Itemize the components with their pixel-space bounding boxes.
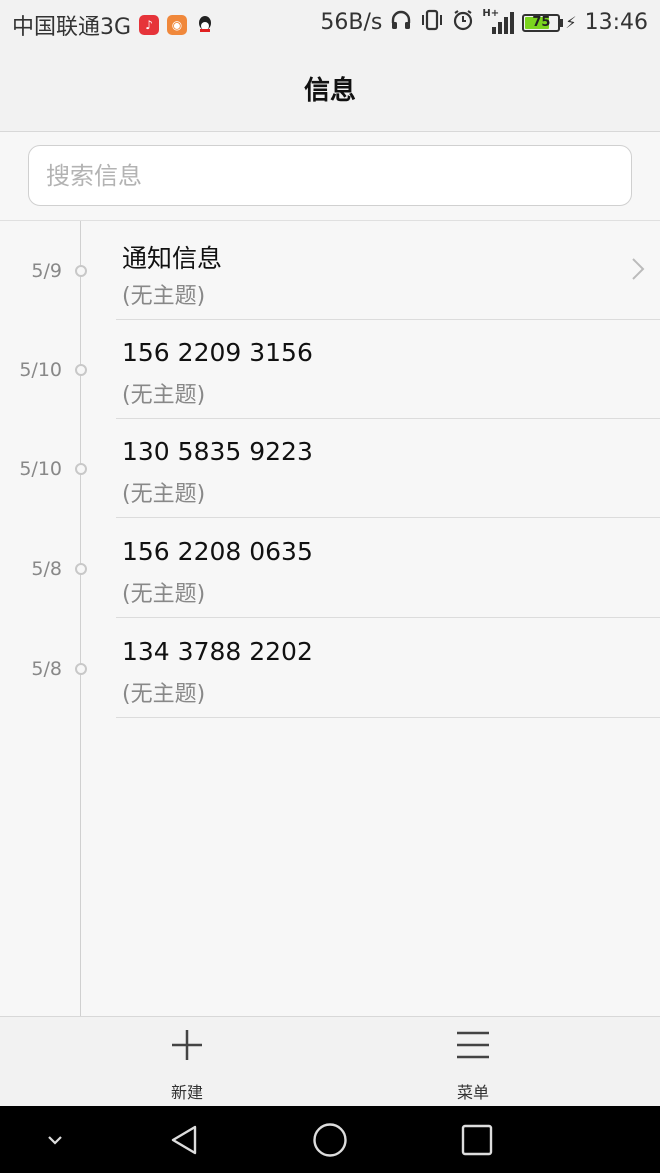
page-title: 信息 bbox=[303, 76, 356, 106]
headphones-icon bbox=[390, 9, 412, 36]
home-button[interactable] bbox=[305, 1106, 355, 1173]
conversation-name: 156 2208 0635 bbox=[122, 537, 313, 566]
chevron-right-icon bbox=[632, 258, 645, 280]
battery-level: 75 bbox=[532, 14, 551, 30]
system-navigation-bar bbox=[0, 1106, 660, 1173]
search-area bbox=[0, 132, 660, 221]
alarm-icon bbox=[452, 9, 474, 36]
conversation-row[interactable]: 5/8 156 2208 0635 (无主题) bbox=[0, 519, 660, 618]
row-divider bbox=[116, 617, 660, 618]
weibo-icon: ◉ bbox=[167, 15, 188, 35]
status-right: 56B/s H+ 75 ⚡ 13:46 bbox=[320, 8, 648, 36]
conversation-row[interactable]: 5/10 156 2209 3156 (无主题) bbox=[0, 320, 660, 419]
timeline-dot bbox=[75, 265, 87, 277]
hide-keyboard-button[interactable] bbox=[35, 1106, 75, 1173]
conversation-subject: (无主题) bbox=[122, 582, 206, 607]
menu-icon bbox=[457, 1031, 489, 1059]
recent-apps-button[interactable] bbox=[452, 1106, 502, 1173]
network-speed: 56B/s bbox=[320, 10, 383, 35]
conversation-name: 156 2209 3156 bbox=[122, 338, 313, 367]
status-bar: 中国联通3G ♪ ◉ 56B/s H+ 75 ⚡ 13:46 bbox=[0, 0, 660, 46]
bottom-action-bar: 新建 菜单 bbox=[0, 1016, 660, 1107]
home-icon bbox=[313, 1122, 347, 1157]
conversation-date: 5/10 bbox=[19, 359, 62, 381]
title-bar: 信息 bbox=[0, 46, 660, 132]
conversation-list: 5/9 通知信息 (无主题) 5/10 156 2209 3156 (无主题) … bbox=[0, 221, 660, 1016]
conversation-subject: (无主题) bbox=[122, 682, 206, 707]
conversation-date: 5/8 bbox=[31, 558, 62, 580]
row-divider bbox=[116, 717, 660, 718]
plus-icon bbox=[172, 1030, 202, 1060]
vibrate-icon bbox=[420, 9, 444, 36]
timeline-dot bbox=[75, 563, 87, 575]
conversation-subject: (无主题) bbox=[122, 383, 206, 408]
timeline-dot bbox=[75, 663, 87, 675]
conversation-date: 5/9 bbox=[31, 260, 62, 282]
clock: 13:46 bbox=[584, 10, 648, 35]
signal-icon: H+ bbox=[482, 8, 515, 35]
conversation-date: 5/10 bbox=[19, 458, 62, 480]
menu-label: 菜单 bbox=[456, 1083, 489, 1102]
conversation-row[interactable]: 5/8 134 3788 2202 (无主题) bbox=[0, 619, 660, 718]
new-message-label: 新建 bbox=[170, 1083, 203, 1102]
battery-group: 75 ⚡ bbox=[522, 13, 577, 32]
conversation-name: 130 5835 9223 bbox=[122, 437, 313, 466]
conversation-name: 通知信息 bbox=[122, 244, 223, 273]
search-input[interactable] bbox=[28, 145, 632, 206]
carrier-name: 中国联通3G bbox=[12, 15, 132, 40]
charging-icon: ⚡ bbox=[565, 13, 577, 32]
back-icon bbox=[171, 1125, 197, 1154]
battery-tip bbox=[560, 18, 564, 27]
conversation-subject: (无主题) bbox=[122, 482, 206, 507]
row-divider bbox=[116, 517, 660, 518]
recent-apps-icon bbox=[461, 1124, 493, 1155]
battery-icon: 75 bbox=[522, 13, 561, 32]
timeline-dot bbox=[75, 364, 87, 376]
conversation-row[interactable]: 5/10 130 5835 9223 (无主题) bbox=[0, 419, 660, 518]
conversation-name: 134 3788 2202 bbox=[122, 637, 313, 666]
conversation-subject: (无主题) bbox=[122, 284, 206, 309]
status-left: 中国联通3G ♪ ◉ bbox=[12, 9, 215, 41]
menu-button[interactable]: 菜单 bbox=[413, 1017, 533, 1107]
chevron-down-icon bbox=[48, 1135, 62, 1145]
conversation-date: 5/8 bbox=[31, 658, 62, 680]
qq-icon bbox=[195, 15, 215, 35]
conversation-row[interactable]: 5/9 通知信息 (无主题) bbox=[0, 221, 660, 320]
back-button[interactable] bbox=[160, 1106, 208, 1173]
timeline-dot bbox=[75, 463, 87, 475]
new-message-button[interactable]: 新建 bbox=[127, 1017, 247, 1107]
netease-music-icon: ♪ bbox=[139, 15, 160, 35]
